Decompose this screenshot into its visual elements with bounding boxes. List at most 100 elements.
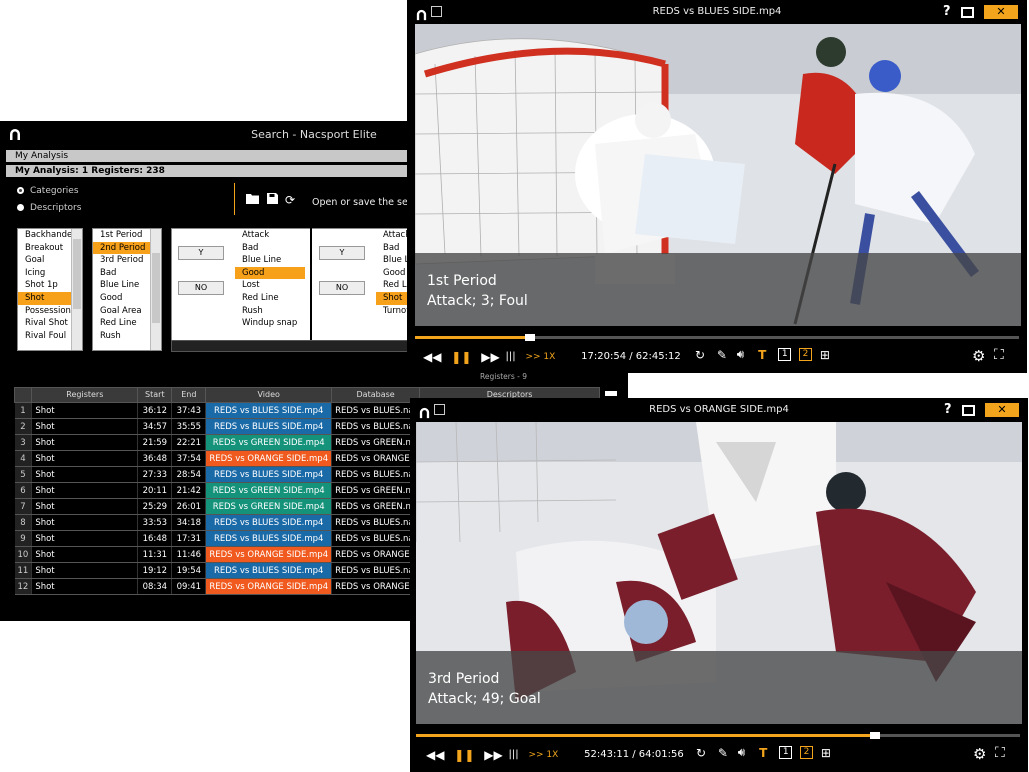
video-frame[interactable]: 1st Period Attack; 3; Foul: [415, 24, 1021, 326]
column-header[interactable]: Database: [331, 387, 421, 403]
help-button[interactable]: ?: [943, 4, 951, 19]
video-frame[interactable]: 3rd Period Attack; 49; Goal: [416, 422, 1022, 724]
rewind-icon[interactable]: ◀◀: [426, 748, 444, 762]
cell-db: REDS vs ORANGE.: [331, 450, 421, 467]
list-item[interactable]: Turnover: [376, 305, 408, 318]
column-header[interactable]: Video: [205, 387, 333, 403]
cell-n: 10: [14, 546, 33, 563]
horizontal-scrollbar[interactable]: [171, 340, 410, 352]
progress-bar[interactable]: [416, 732, 1020, 739]
cell-start: 36:12: [137, 402, 173, 419]
column-header[interactable]: Start: [137, 387, 173, 403]
pause-icon[interactable]: ❚❚: [454, 748, 474, 762]
replay-icon[interactable]: ↻: [695, 348, 705, 362]
descriptor-list-1[interactable]: 1st Period 2nd Period 3rd Period Bad Blue Li…: [92, 228, 162, 351]
list-item[interactable]: Red Line: [376, 279, 408, 292]
toggle-1[interactable]: 1: [778, 348, 792, 361]
radio-categories[interactable]: Categories: [17, 185, 79, 197]
fullscreen-icon[interactable]: ⛶: [994, 347, 1004, 363]
list-item[interactable]: Blue Line: [235, 254, 305, 267]
progress-knob[interactable]: [870, 732, 881, 739]
refresh-icon[interactable]: ⟳: [285, 193, 295, 207]
no-button-1[interactable]: NO: [178, 281, 224, 295]
rewind-icon[interactable]: ◀◀: [423, 350, 441, 364]
toggle-1[interactable]: 1: [779, 746, 793, 759]
cell-reg: Shot: [31, 466, 139, 483]
list-item[interactable]: Bad: [376, 242, 408, 255]
text-icon[interactable]: T: [758, 348, 766, 362]
cell-video: REDS vs GREEN SIDE.mp4: [205, 482, 333, 499]
replay-icon[interactable]: ↻: [696, 746, 706, 760]
list-item[interactable]: Bad: [235, 242, 305, 255]
forward-icon[interactable]: ▶▶: [484, 748, 502, 762]
list-item[interactable]: Windup snap: [235, 317, 305, 330]
step-forward-icon[interactable]: |||: [509, 749, 519, 760]
volume-icon[interactable]: 🔊︎: [737, 347, 745, 362]
radio-descriptors-label: Descriptors: [30, 203, 82, 213]
toggle-2[interactable]: 2: [799, 348, 813, 361]
list-item[interactable]: Good: [376, 267, 408, 280]
yes-button-2[interactable]: Y: [319, 246, 365, 260]
minus-marker: [192, 316, 208, 322]
radio-descriptors[interactable]: Descriptors: [17, 202, 81, 214]
analysis-bar[interactable]: My Analysis: [6, 150, 408, 162]
volume-icon[interactable]: 🔊︎: [738, 745, 746, 760]
save-icon[interactable]: [266, 193, 282, 207]
cell-db: REDS vs BLUES.na: [331, 562, 421, 579]
cell-n: 7: [14, 498, 33, 515]
toggle-2[interactable]: 2: [800, 746, 814, 759]
list-item[interactable]: Good: [235, 266, 305, 280]
progress-knob[interactable]: [524, 334, 535, 341]
help-button[interactable]: ?: [944, 402, 952, 417]
close-button[interactable]: ✕: [984, 5, 1018, 19]
pause-icon[interactable]: ❚❚: [451, 350, 471, 364]
descriptor-list-3[interactable]: AttackBadBlue LineGoodRed LineShotTurnov…: [376, 229, 408, 339]
list-item[interactable]: Rush: [235, 305, 305, 318]
descriptor-list-2[interactable]: Attack Bad Blue Line Good Lost Red Line Rush Wi…: [235, 229, 305, 339]
list-item[interactable]: Lost: [235, 279, 305, 292]
close-button[interactable]: ✕: [985, 403, 1019, 417]
cell-start: 11:31: [137, 546, 173, 563]
list-item[interactable]: Attack: [235, 229, 305, 242]
category-list[interactable]: Backhander Breakout Goal Icing Shot 1p Shot Po…: [17, 228, 83, 351]
open-folder-icon[interactable]: [246, 194, 263, 207]
cell-video: REDS vs BLUES SIDE.mp4: [205, 418, 333, 435]
cell-db: REDS vs GREEN.na: [331, 482, 421, 499]
grid-icon[interactable]: ⊞: [821, 746, 831, 760]
list-item[interactable]: Shot: [376, 291, 408, 305]
scrollbar[interactable]: [71, 229, 82, 350]
time-display: 17:20:54 / 62:45:12: [581, 351, 681, 362]
maximize-icon[interactable]: [961, 7, 974, 18]
fullscreen-icon[interactable]: ⛶: [995, 745, 1005, 761]
list-item[interactable]: Red Line: [235, 292, 305, 305]
settings-gear-icon[interactable]: ⚙: [973, 745, 986, 763]
column-header[interactable]: Registers: [31, 387, 139, 403]
player-controls: ◀◀ ❚❚ ▶▶ ||| >> 1X 17:20:54 / 62:45:12: [423, 349, 681, 364]
grid-icon[interactable]: ⊞: [820, 348, 830, 362]
scrollbar[interactable]: [150, 229, 161, 350]
cell-video: REDS vs BLUES SIDE.mp4: [205, 514, 333, 531]
cell-n: 5: [14, 466, 33, 483]
brush-icon[interactable]: ✎: [717, 348, 727, 362]
column-header[interactable]: End: [171, 387, 207, 403]
settings-gear-icon[interactable]: ⚙: [972, 347, 985, 365]
cell-start: 20:11: [137, 482, 173, 499]
text-icon[interactable]: T: [759, 746, 767, 760]
forward-icon[interactable]: ▶▶: [481, 350, 499, 364]
speed-label[interactable]: >> 1X: [525, 352, 555, 362]
maximize-icon[interactable]: [962, 405, 975, 416]
collapse-marker[interactable]: [605, 391, 617, 396]
separator: [234, 183, 235, 215]
overlay-line-2: Attack; 3; Foul: [427, 293, 528, 309]
no-button-2[interactable]: NO: [319, 281, 365, 295]
cell-n: 4: [14, 450, 33, 467]
column-header[interactable]: [13, 387, 33, 403]
step-forward-icon[interactable]: |||: [506, 351, 516, 362]
radio-categories-label: Categories: [30, 186, 79, 196]
list-item[interactable]: Blue Line: [376, 254, 408, 267]
speed-label[interactable]: >> 1X: [528, 750, 558, 760]
brush-icon[interactable]: ✎: [718, 746, 728, 760]
yes-button-1[interactable]: Y: [178, 246, 224, 260]
progress-bar[interactable]: [415, 334, 1019, 341]
list-item[interactable]: Attack: [376, 229, 408, 242]
